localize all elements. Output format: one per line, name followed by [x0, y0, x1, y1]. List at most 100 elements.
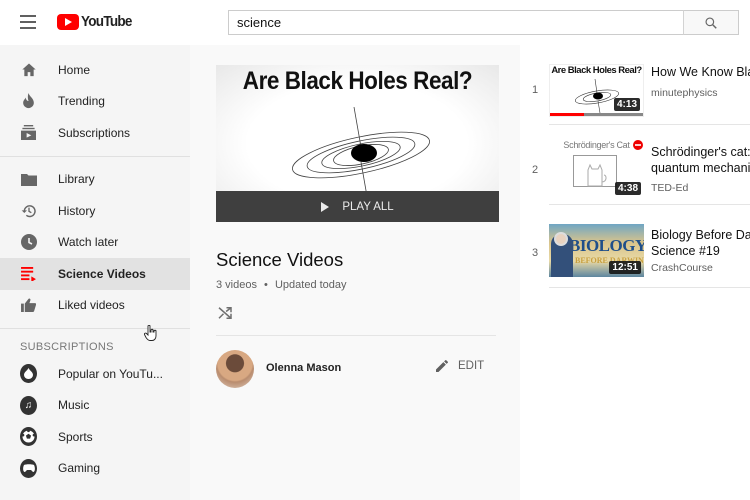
folder-icon	[20, 171, 37, 188]
popular-icon	[20, 364, 37, 384]
logo-text: YouTube	[81, 13, 132, 30]
video-title[interactable]: How We Know Black Holes Exist	[651, 64, 750, 80]
thumbnail-text: Schrödinger's Cat	[563, 140, 630, 150]
sidebar-item-subscriptions[interactable]: Subscriptions	[0, 117, 190, 149]
sidebar-item-label: Liked videos	[58, 298, 125, 313]
row-divider	[549, 204, 750, 205]
flame-icon	[20, 93, 37, 110]
cat-icon	[587, 163, 607, 187]
video-thumbnail[interactable]: Schrödinger's Cat 4:38	[549, 140, 644, 198]
thumbnail-text: BIOLOGY	[569, 236, 644, 255]
gaming-icon-wrap	[20, 458, 37, 478]
hamburger-menu-icon[interactable]	[20, 15, 36, 29]
home-icon	[20, 61, 37, 78]
scientist-head	[554, 232, 568, 246]
sidebar-item-label: Trending	[58, 94, 105, 109]
sidebar-item-popular[interactable]: Popular on YouTu...	[0, 358, 190, 390]
top-header: YouTube	[0, 0, 750, 45]
video-index: 2	[532, 164, 539, 176]
sidebar-item-label: Science Videos	[58, 266, 146, 281]
thumbnail-title-text: Are Black Holes Real?	[242, 67, 473, 95]
sidebar-item-label: Watch later	[58, 235, 119, 250]
sidebar-item-label: Home	[58, 62, 91, 77]
video-title-line: Schrödinger's cat:	[651, 145, 750, 159]
playlist-icon	[20, 265, 37, 282]
play-all-button[interactable]: PLAY ALL	[216, 191, 499, 222]
video-row[interactable]: 3 BIOLOGY BEFORE DARWIN 12:51 Biology Be…	[520, 208, 750, 288]
sidebar-item-label: Subscriptions	[58, 125, 131, 140]
unavailable-icon	[633, 140, 643, 150]
sidebar-divider	[0, 328, 190, 329]
video-thumbnail[interactable]: Are Black Holes Real? 4:13	[549, 64, 644, 117]
sports-icon-wrap	[20, 427, 37, 447]
playlist-thumbnail[interactable]: Are Black Holes Real? PLAY ALL	[216, 65, 499, 222]
sidebar-item-label: History	[58, 203, 96, 218]
hand-pointer-cursor-icon	[144, 325, 157, 341]
playlist-sidebar-panel: Are Black Holes Real? PLAY ALL Science V…	[190, 45, 520, 500]
play-icon	[321, 201, 330, 212]
watch-progress-bar	[550, 113, 643, 116]
sidebar-item-watch-later[interactable]: Watch later	[0, 227, 190, 259]
playlist-video-list: 1 Are Black Holes Real? 4:13 How We Know…	[520, 45, 750, 500]
playlist-title: Science Videos	[216, 249, 344, 270]
sidebar-item-liked-videos[interactable]: Liked videos	[0, 290, 190, 322]
music-icon-wrap: ♫	[20, 395, 37, 415]
video-row[interactable]: 2 Schrödinger's Cat 4:38 Schrödinger's c…	[520, 125, 750, 205]
meta-separator: •	[264, 279, 268, 291]
sidebar-item-trending[interactable]: Trending	[0, 86, 190, 118]
video-duration: 4:13	[613, 98, 640, 111]
sidebar-item-science-videos[interactable]: Science Videos	[0, 258, 190, 290]
sidebar-item-library[interactable]: Library	[0, 164, 190, 196]
music-note-icon: ♫	[20, 395, 37, 415]
soccer-ball-icon	[20, 427, 37, 447]
playlist-owner: Olenna Mason EDIT	[216, 350, 496, 388]
video-title-line: Biology Before Darwin	[651, 228, 750, 242]
owner-name[interactable]: Olenna Mason	[266, 362, 341, 374]
video-title[interactable]: Schrödinger's cat: quantum mechanics	[651, 144, 750, 176]
video-thumbnail[interactable]: BIOLOGY BEFORE DARWIN 12:51	[549, 224, 644, 277]
sidebar-item-home[interactable]: Home	[0, 54, 190, 86]
search-box	[228, 10, 684, 35]
youtube-play-icon	[57, 13, 79, 30]
play-all-label: PLAY ALL	[342, 200, 394, 213]
sidebar-item-music[interactable]: ♫ Music	[0, 390, 190, 422]
sidebar-item-label: Library	[58, 172, 95, 187]
search-button[interactable]	[683, 10, 739, 35]
edit-button[interactable]: EDIT	[434, 358, 484, 374]
shuffle-icon[interactable]	[216, 304, 234, 322]
clock-icon	[20, 234, 37, 251]
video-duration: 4:38	[614, 182, 641, 195]
cat-illustration-frame	[573, 155, 617, 187]
video-channel[interactable]: minutephysics	[651, 87, 718, 99]
thumbnail-text: Are Black Holes Real?	[551, 65, 642, 76]
sidebar-item-label: Popular on YouTu...	[58, 366, 163, 381]
search-icon	[705, 16, 717, 29]
video-index: 3	[532, 247, 539, 259]
video-channel[interactable]: TED-Ed	[651, 182, 688, 194]
video-title[interactable]: Biology Before Darwin Science #19	[651, 227, 750, 259]
video-title-line: quantum mechanics	[651, 161, 750, 175]
thumbs-up-icon	[20, 297, 37, 314]
youtube-logo[interactable]: YouTube	[57, 13, 137, 30]
owner-avatar[interactable]	[216, 350, 254, 388]
edit-label: EDIT	[458, 360, 485, 372]
video-duration: 12:51	[609, 261, 641, 274]
search-input[interactable]	[229, 11, 683, 34]
sidebar-item-sports[interactable]: Sports	[0, 421, 190, 453]
subscriptions-heading: SUBSCRIPTIONS	[20, 341, 114, 353]
sidebar-item-history[interactable]: History	[0, 195, 190, 227]
black-hole-illustration	[292, 107, 430, 202]
sidebar-divider	[0, 155, 190, 157]
video-channel[interactable]: CrashCourse	[651, 262, 713, 274]
history-icon	[20, 202, 37, 219]
sidebar-item-gaming[interactable]: Gaming	[0, 453, 190, 485]
pencil-icon	[436, 359, 449, 372]
video-title-line: Science #19	[651, 244, 720, 258]
subscriptions-icon	[20, 124, 37, 141]
updated-text: Updated today	[274, 279, 347, 291]
video-index: 1	[532, 84, 539, 96]
sidebar-item-label: Gaming	[58, 461, 101, 476]
video-count: 3 videos	[216, 279, 257, 291]
sidebar: Home Trending Subscriptions Library Hist…	[0, 45, 190, 500]
video-row[interactable]: 1 Are Black Holes Real? 4:13 How We Know…	[520, 45, 750, 125]
